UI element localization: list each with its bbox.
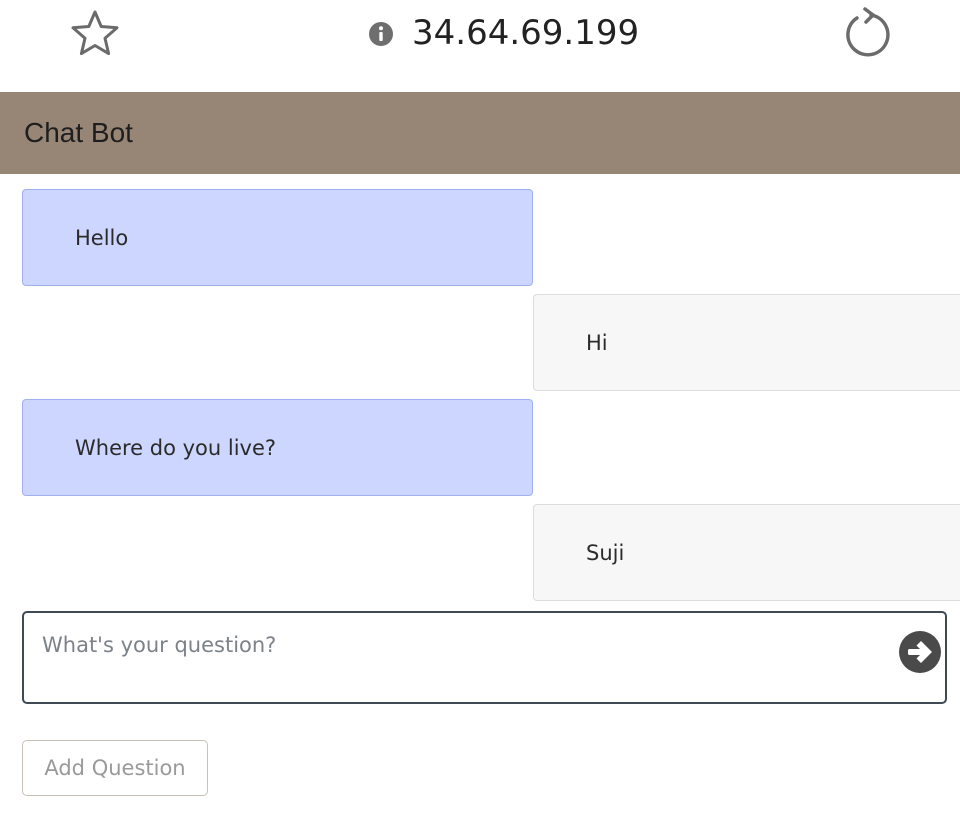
message-text: Suji	[586, 540, 625, 565]
url-text[interactable]: 34.64.69.199	[412, 10, 639, 56]
question-box	[22, 611, 947, 704]
bot-message: Hi	[533, 294, 960, 391]
browser-toolbar: 34.64.69.199	[0, 0, 960, 92]
message-text: Where do you live?	[75, 435, 277, 460]
reload-icon[interactable]	[838, 6, 892, 60]
info-icon[interactable]	[368, 21, 394, 47]
question-input[interactable]	[42, 625, 882, 665]
user-message: Where do you live?	[22, 399, 533, 496]
app-header: Chat Bot	[0, 92, 960, 174]
star-icon[interactable]	[69, 8, 121, 60]
user-message: Hello	[22, 189, 533, 286]
bot-message: Suji	[533, 504, 960, 601]
add-question-button[interactable]: Add Question	[22, 740, 208, 796]
arrow-right-circle-icon[interactable]	[898, 630, 942, 674]
page-title: Chat Bot	[24, 117, 133, 148]
message-text: Hello	[75, 225, 129, 250]
message-text: Hi	[586, 330, 608, 355]
